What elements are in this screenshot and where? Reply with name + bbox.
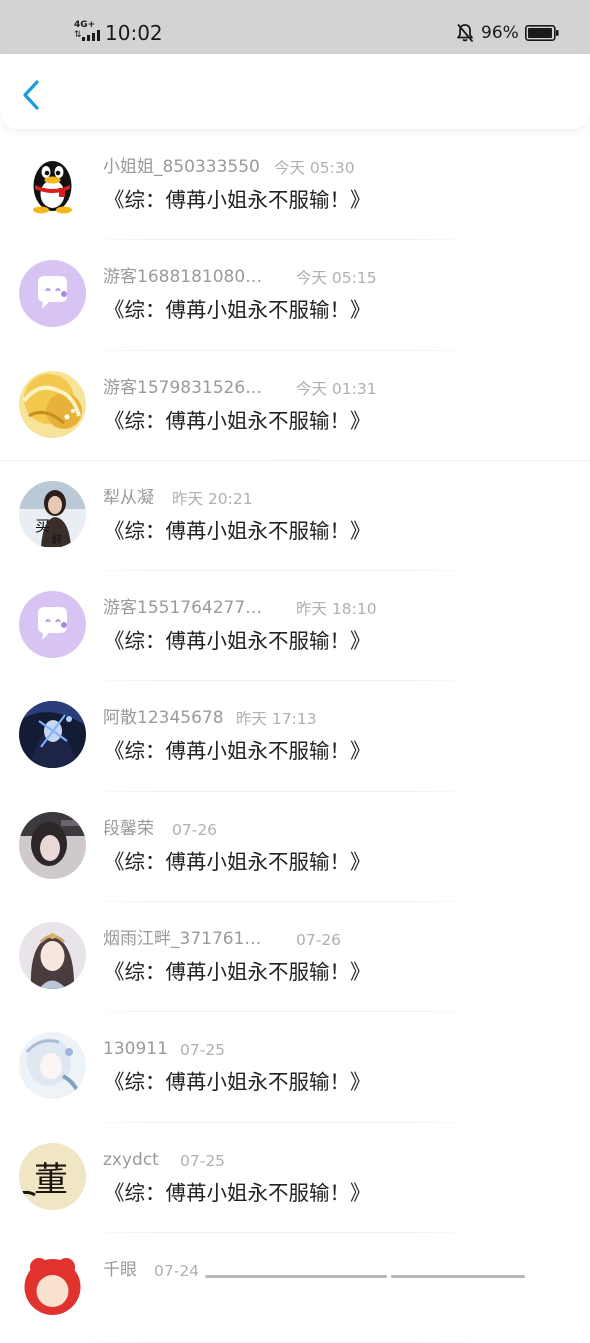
message-text[interactable]: 《综：傅苒小姐永不服输！》 <box>104 737 371 765</box>
user-name[interactable]: 烟雨江畔_371761… <box>103 928 261 950</box>
message-row[interactable]: 游客1551764277… 昨天 18:10 《综：傅苒小姐永不服输！》 <box>0 571 590 682</box>
top-nav-bar <box>0 54 590 129</box>
message-text[interactable]: 《综：傅苒小姐永不服输！》 <box>104 186 371 214</box>
avatar[interactable] <box>19 591 86 659</box>
message-list: 小姐姐_850333550 今天 05:30 《综：傅苒小姐永不服输！》 游客168… <box>0 130 590 1343</box>
message-row[interactable]: 千眼 07-24 <box>0 1233 590 1343</box>
message-row[interactable]: 买 醉 犁从凝 昨天 20:21 《综：傅苒小姐永不服输！》 <box>0 461 590 572</box>
message-row[interactable]: 阿散12345678 昨天 17:13 《综：傅苒小姐永不服输！》 <box>0 681 590 792</box>
avatar[interactable] <box>19 150 86 217</box>
avatar[interactable] <box>19 370 86 438</box>
data-arrows-icon: ⇅ <box>74 30 82 40</box>
user-name[interactable]: 阿散12345678 <box>103 707 224 729</box>
user-name[interactable]: 游客1688181080… <box>103 266 262 288</box>
message-text[interactable]: 《综：傅苒小姐永不服输！》 <box>104 848 371 876</box>
avatar[interactable]: 董 <box>19 1142 86 1210</box>
message-text[interactable]: 《综：傅苒小姐永不服输！》 <box>104 296 371 324</box>
battery-icon <box>525 25 559 41</box>
message-time: 今天 05:15 <box>296 269 377 288</box>
user-name[interactable]: zxydct <box>103 1149 159 1171</box>
message-time: 昨天 20:21 <box>172 489 253 508</box>
scroll-indicator <box>205 1275 387 1278</box>
message-row[interactable]: 游客1579831526… 今天 01:31 《综：傅苒小姐永不服输！》 <box>0 351 590 461</box>
message-row[interactable]: 130911 07-25 《综：傅苒小姐永不服输！》 <box>0 1012 590 1123</box>
message-text[interactable]: 《综：傅苒小姐永不服输！》 <box>104 1179 371 1207</box>
avatar[interactable] <box>19 260 86 328</box>
message-time: 07-26 <box>172 820 218 839</box>
back-button[interactable] <box>18 78 48 112</box>
avatar[interactable] <box>19 1032 86 1100</box>
message-row[interactable]: 烟雨江畔_371761… 07-26 《综：傅苒小姐永不服输！》 <box>0 902 590 1013</box>
message-row[interactable]: 游客1688181080… 今天 05:15 《综：傅苒小姐永不服输！》 <box>0 240 590 351</box>
message-time: 昨天 17:13 <box>236 710 317 729</box>
scroll-indicator <box>391 1275 525 1278</box>
svg-text:买: 买 <box>35 517 50 535</box>
message-time: 07-26 <box>296 931 342 950</box>
user-name[interactable]: 游客1551764277… <box>103 597 262 619</box>
avatar[interactable] <box>19 922 86 990</box>
message-time: 07-25 <box>180 1151 226 1170</box>
message-text[interactable]: 《综：傅苒小姐永不服输！》 <box>104 1068 371 1096</box>
svg-text:醉: 醉 <box>52 533 62 546</box>
status-time: 10:02 <box>105 21 163 45</box>
message-row[interactable]: 小姐姐_850333550 今天 05:30 《综：傅苒小姐永不服输！》 <box>0 130 590 241</box>
message-text[interactable]: 《综：傅苒小姐永不服输！》 <box>104 407 371 435</box>
message-time: 07-25 <box>180 1041 226 1060</box>
status-bar: 4G+ ⇅ 10:02 96% <box>0 0 590 54</box>
message-row[interactable]: 段馨荣 07-26 《综：傅苒小姐永不服输！》 <box>0 792 590 903</box>
user-name[interactable]: 游客1579831526… <box>103 377 262 399</box>
user-name[interactable]: 130911 <box>103 1038 168 1060</box>
message-text[interactable]: 《综：傅苒小姐永不服输！》 <box>104 958 371 986</box>
user-name[interactable]: 犁从凝 <box>103 487 154 509</box>
user-name[interactable]: 段馨荣 <box>103 818 154 840</box>
user-name[interactable]: 千眼 <box>103 1259 137 1281</box>
network-type: 4G+ <box>74 20 96 30</box>
user-name[interactable]: 小姐姐_850333550 <box>103 156 260 178</box>
avatar[interactable] <box>19 1252 86 1320</box>
message-row[interactable]: 董 zxydct 07-25 《综：傅苒小姐永不服输！》 <box>0 1123 590 1233</box>
signal-bars-icon <box>82 30 100 41</box>
bell-mute-icon <box>457 23 474 43</box>
message-time: 今天 01:31 <box>296 379 377 398</box>
signal-4g-icon: 4G+ ⇅ <box>74 21 102 43</box>
message-time: 今天 05:30 <box>274 159 355 177</box>
chevron-left-icon <box>23 80 39 110</box>
message-text[interactable]: 《综：傅苒小姐永不服输！》 <box>104 517 371 545</box>
avatar[interactable]: 买 醉 <box>19 480 86 548</box>
avatar[interactable] <box>19 811 86 879</box>
message-time: 07-24 <box>154 1261 200 1280</box>
avatar[interactable] <box>19 701 86 769</box>
message-text[interactable]: 《综：傅苒小姐永不服输！》 <box>104 627 371 655</box>
svg-text:董: 董 <box>34 1160 68 1200</box>
message-time: 昨天 18:10 <box>296 600 377 619</box>
battery-percent: 96% <box>481 23 519 43</box>
